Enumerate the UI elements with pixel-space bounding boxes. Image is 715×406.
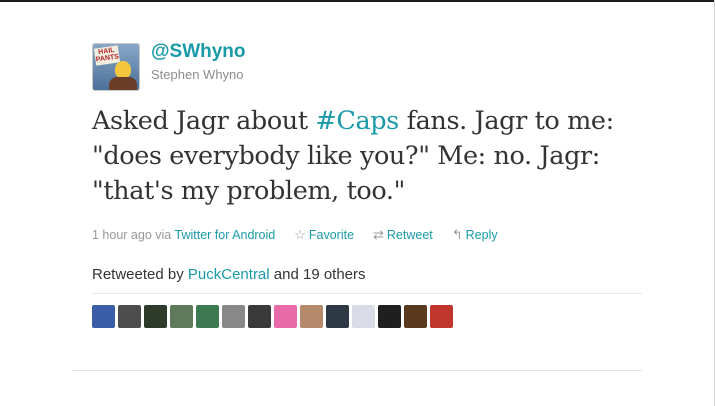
user-avatar[interactable]: HAIL PANTS bbox=[92, 43, 140, 91]
retweeter-avatar-2[interactable] bbox=[118, 305, 141, 328]
top-border bbox=[0, 0, 715, 2]
retweet-icon: ⇄ bbox=[373, 227, 384, 242]
retweeter-avatar-11[interactable] bbox=[352, 305, 375, 328]
reply-action[interactable]: ↰ Reply bbox=[451, 227, 498, 242]
retweeter-avatar-strip bbox=[92, 305, 453, 328]
retweeter-avatar-10[interactable] bbox=[326, 305, 349, 328]
retweeter-avatar-3[interactable] bbox=[144, 305, 167, 328]
retweeter-avatar-5[interactable] bbox=[196, 305, 219, 328]
reply-label: Reply bbox=[465, 228, 498, 242]
retweet-label: Retweet bbox=[386, 228, 433, 242]
bottom-divider bbox=[72, 370, 642, 371]
retweeter-avatar-6[interactable] bbox=[222, 305, 245, 328]
retweeter-avatar-12[interactable] bbox=[378, 305, 401, 328]
star-icon: ☆ bbox=[294, 227, 306, 242]
favorite-label: Favorite bbox=[308, 228, 355, 242]
hashtag-link[interactable]: #Caps bbox=[315, 106, 399, 136]
user-handle-link[interactable]: @SWhyno bbox=[151, 41, 246, 63]
retweeted-by-suffix[interactable]: and 19 others bbox=[274, 266, 366, 283]
tweet-timestamp-link[interactable]: 1 hour ago bbox=[92, 228, 152, 242]
avatar-head bbox=[115, 61, 131, 78]
client-link[interactable]: Twitter for Android bbox=[175, 228, 276, 242]
retweeter-avatar-7[interactable] bbox=[248, 305, 271, 328]
avatar-body bbox=[109, 77, 137, 90]
via-label: via bbox=[155, 228, 172, 242]
retweeter-avatar-4[interactable] bbox=[170, 305, 193, 328]
tweet-meta-bar: 1 hour ago via Twitter for Android ☆ Favo… bbox=[92, 227, 498, 243]
avatar-sign: HAIL PANTS bbox=[93, 45, 121, 66]
reply-icon: ↰ bbox=[451, 227, 463, 242]
retweeter-avatar-13[interactable] bbox=[404, 305, 427, 328]
retweeter-avatar-8[interactable] bbox=[274, 305, 297, 328]
retweeter-avatar-1[interactable] bbox=[92, 305, 115, 328]
tweet-text: Asked Jagr about #Caps fans. Jagr to me:… bbox=[92, 104, 652, 209]
tweet-text-part-1: Asked Jagr about bbox=[92, 106, 316, 136]
retweeter-avatar-9[interactable] bbox=[300, 305, 323, 328]
retweeter-avatar-14[interactable] bbox=[430, 305, 453, 328]
retweeted-by-line: Retweeted by PuckCentral and 19 others bbox=[92, 266, 366, 284]
user-full-name[interactable]: Stephen Whyno bbox=[151, 67, 244, 83]
retweet-action[interactable]: ⇄ Retweet bbox=[373, 227, 433, 242]
divider bbox=[92, 293, 642, 294]
retweeted-by-prefix: Retweeted by bbox=[92, 266, 184, 283]
retweeter-link[interactable]: PuckCentral bbox=[188, 266, 270, 283]
favorite-action[interactable]: ☆ Favorite bbox=[294, 227, 355, 242]
